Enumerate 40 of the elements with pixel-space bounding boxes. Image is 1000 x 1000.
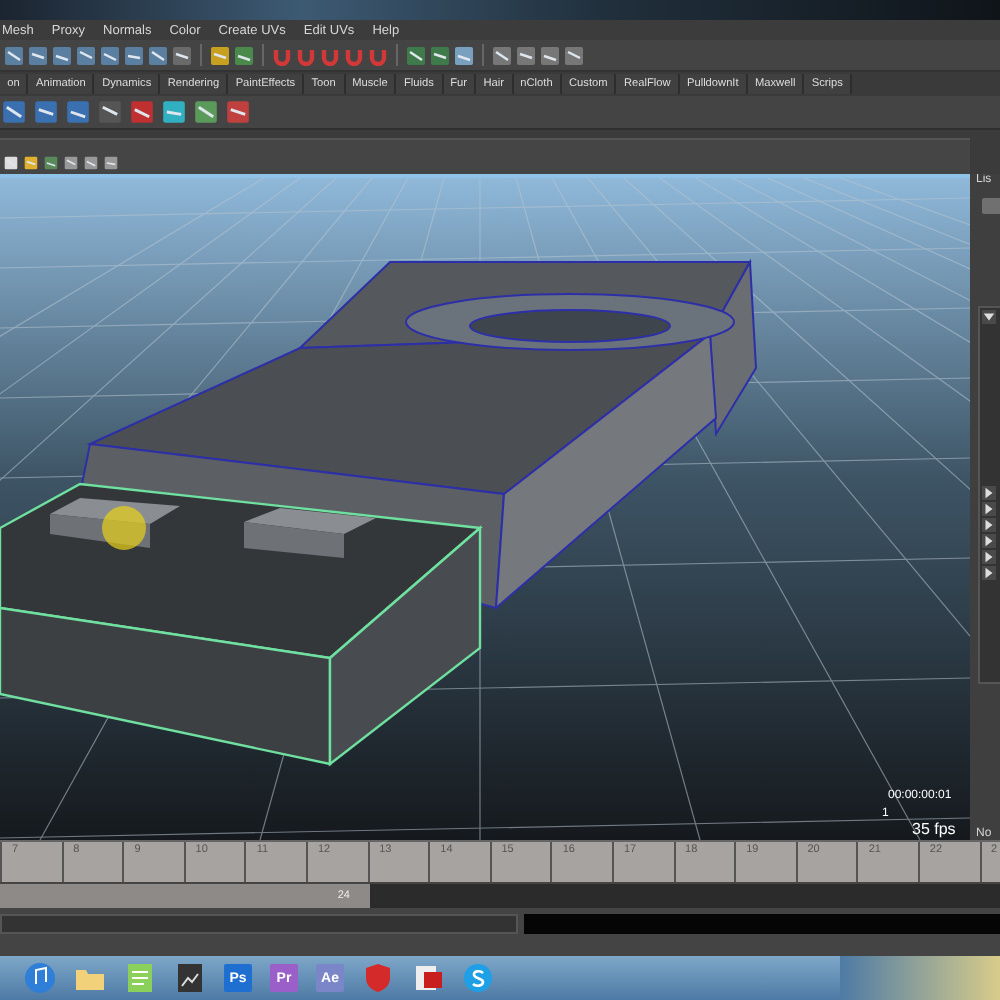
tool-icon[interactable] — [492, 45, 512, 66]
notepad-icon[interactable] — [124, 962, 156, 995]
tool-icon[interactable] — [540, 45, 560, 66]
fps-readout: 35 fps — [912, 819, 956, 838]
image-icon[interactable] — [174, 962, 206, 995]
chat-icon[interactable] — [462, 962, 494, 995]
tool-icon[interactable] — [226, 100, 250, 125]
tool-icon[interactable] — [2, 100, 26, 125]
tool-icon[interactable] — [76, 45, 96, 66]
cursor-highlight-icon — [102, 505, 146, 550]
tool-icon[interactable] — [24, 155, 38, 170]
tool-icon[interactable] — [84, 155, 98, 170]
music-icon[interactable] — [24, 962, 56, 995]
tool-icon[interactable] — [64, 155, 78, 170]
document-icon[interactable] — [412, 962, 444, 995]
tool-icon[interactable] — [162, 100, 186, 125]
tool-icon[interactable] — [454, 45, 474, 66]
tool-icon[interactable] — [194, 100, 218, 125]
tool-icon[interactable] — [100, 45, 120, 66]
tool-icon[interactable] — [104, 155, 118, 170]
tool-icon[interactable] — [210, 45, 230, 66]
tool-icon[interactable] — [98, 100, 122, 125]
tool-icon[interactable] — [4, 45, 24, 66]
tool-icon[interactable] — [124, 45, 144, 66]
tool-icon[interactable] — [34, 100, 58, 125]
tool-icon[interactable] — [564, 45, 584, 66]
collapse-icon[interactable] — [982, 310, 996, 325]
tool-icon[interactable] — [516, 45, 536, 66]
command-field[interactable] — [0, 913, 518, 935]
tool-icon[interactable] — [172, 45, 192, 66]
tool-icon[interactable] — [148, 45, 168, 66]
tool-icon[interactable] — [28, 45, 48, 66]
tool-icon[interactable] — [52, 45, 72, 66]
tool-icon[interactable] — [4, 155, 18, 170]
tool-icon[interactable] — [130, 100, 154, 125]
tool-icon[interactable] — [406, 45, 426, 66]
tool-icon[interactable] — [234, 45, 254, 66]
tool-icon[interactable] — [66, 100, 90, 125]
tool-icon[interactable] — [430, 45, 450, 66]
tool-icon[interactable] — [44, 155, 58, 170]
